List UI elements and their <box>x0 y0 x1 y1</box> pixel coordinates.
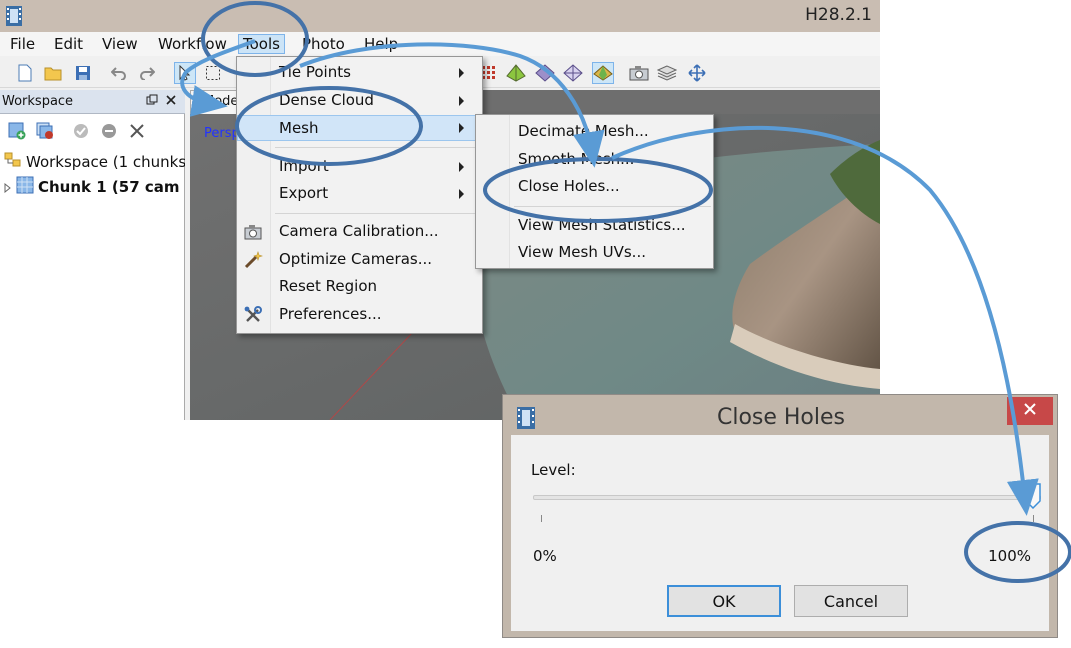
title-bar: H28.2.1 <box>0 0 880 32</box>
close-holes-dialog: Close Holes Level: 0% 100% OK Cancel <box>502 394 1058 638</box>
window-title: H28.2.1 <box>805 5 872 25</box>
menu-item-reset-region-label: Reset Region <box>279 277 378 295</box>
slider-tick-max <box>1033 515 1034 522</box>
chunk-icon <box>16 176 34 196</box>
ok-button[interactable]: OK <box>667 585 781 617</box>
new-document-icon[interactable] <box>14 62 36 84</box>
dialog-title: Close Holes <box>716 405 846 430</box>
menu-workflow[interactable]: Workflow <box>154 34 231 54</box>
menu-item-optimize-cameras-label: Optimize Cameras... <box>279 250 433 268</box>
menu-item-mesh-label: Mesh <box>279 119 319 137</box>
workspace-panel: Workspace Workspace (1 chunks Chunk 1 (5… <box>0 90 185 420</box>
menu-item-optimize-cameras[interactable]: Optimize Cameras... <box>237 247 482 273</box>
menu-item-import[interactable]: Import <box>237 154 482 180</box>
menu-edit[interactable]: Edit <box>50 34 87 54</box>
workspace-toolbar <box>0 116 185 146</box>
tools-icon <box>243 305 263 325</box>
dialog-close-button[interactable] <box>1007 397 1053 425</box>
menu-item-dense-cloud-label: Dense Cloud <box>279 91 374 109</box>
menu-item-camera-calibration[interactable]: Camera Calibration... <box>237 219 482 245</box>
workspace-tree-icon <box>4 152 22 172</box>
app-film-icon <box>6 6 22 30</box>
level-label: Level: <box>531 461 576 479</box>
menu-separator <box>275 213 480 214</box>
select-arrow-icon[interactable] <box>174 62 196 84</box>
tree-item-workspace[interactable]: Workspace (1 chunks <box>4 152 185 172</box>
menu-item-preferences[interactable]: Preferences... <box>237 302 482 328</box>
slider-max-label: 100% <box>988 547 1031 565</box>
menu-separator <box>275 147 480 148</box>
slider-tick-min <box>541 515 542 522</box>
model-wireframe-icon[interactable] <box>562 62 584 84</box>
menu-item-tie-points-label: Tie Points <box>279 63 351 81</box>
menu-file[interactable]: File <box>6 34 39 54</box>
tree-item-chunk[interactable]: Chunk 1 (57 cam <box>4 176 185 196</box>
menu-item-import-label: Import <box>279 157 329 175</box>
disable-icon[interactable] <box>98 120 120 142</box>
menu-item-export-label: Export <box>279 184 329 202</box>
stack-icon[interactable] <box>656 62 678 84</box>
tree-item-chunk-label: Chunk 1 (57 cam <box>38 178 180 196</box>
menu-item-reset-region[interactable]: Reset Region <box>237 274 482 300</box>
model-textured-icon[interactable] <box>592 62 614 84</box>
slider-min-label: 0% <box>533 547 557 565</box>
move-arrows-icon[interactable] <box>686 62 708 84</box>
remove-x-icon[interactable] <box>126 120 148 142</box>
menu-item-view-mesh-uvs-label: View Mesh UVs... <box>518 243 646 261</box>
menu-photo[interactable]: Photo <box>298 34 349 54</box>
model-shaded-icon[interactable] <box>534 62 556 84</box>
undo-icon[interactable] <box>108 62 130 84</box>
menu-item-camera-calibration-label: Camera Calibration... <box>279 222 439 240</box>
tree-item-workspace-label: Workspace (1 chunks <box>26 153 185 171</box>
menu-item-tie-points[interactable]: Tie Points <box>237 60 482 86</box>
submenu-arrow-icon <box>459 96 464 106</box>
camera-icon <box>243 222 263 242</box>
wand-icon <box>243 250 263 270</box>
menu-item-smooth-mesh[interactable]: Smooth Mesh... <box>476 147 713 173</box>
level-slider-thumb[interactable] <box>1025 483 1041 513</box>
menu-item-decimate-mesh[interactable]: Decimate Mesh... <box>476 119 713 145</box>
menu-item-close-holes-label: Close Holes... <box>518 177 620 195</box>
workspace-panel-header: Workspace <box>0 90 185 114</box>
menu-item-export[interactable]: Export <box>237 181 482 207</box>
menu-help[interactable]: Help <box>360 34 402 54</box>
camera-toolbar-icon[interactable] <box>628 62 650 84</box>
expand-arrow-icon[interactable] <box>4 178 12 197</box>
submenu-arrow-icon <box>459 68 464 78</box>
float-panel-icon[interactable] <box>146 94 158 109</box>
workspace-panel-title: Workspace <box>2 94 74 109</box>
menu-separator <box>514 206 711 207</box>
save-icon[interactable] <box>72 62 94 84</box>
submenu-arrow-icon <box>459 162 464 172</box>
menu-item-mesh[interactable]: Mesh <box>237 115 482 141</box>
menu-bar: File Edit View Workflow Tools Photo Help <box>0 32 880 56</box>
enable-check-icon[interactable] <box>70 120 92 142</box>
add-photos-icon[interactable] <box>34 120 56 142</box>
menu-item-dense-cloud[interactable]: Dense Cloud <box>237 88 482 114</box>
rect-select-icon[interactable] <box>202 62 224 84</box>
model-solid-icon[interactable] <box>505 62 527 84</box>
menu-item-view-mesh-uvs[interactable]: View Mesh UVs... <box>476 240 713 266</box>
redo-icon[interactable] <box>136 62 158 84</box>
menu-item-view-mesh-statistics-label: View Mesh Statistics... <box>518 216 686 234</box>
menu-item-close-holes[interactable]: Close Holes... <box>476 174 713 200</box>
menu-item-view-mesh-statistics[interactable]: View Mesh Statistics... <box>476 213 713 239</box>
menu-item-decimate-mesh-label: Decimate Mesh... <box>518 122 649 140</box>
close-panel-icon[interactable] <box>166 94 176 108</box>
tools-menu: Tie Points Dense Cloud Mesh Import Expor… <box>236 56 483 334</box>
open-folder-icon[interactable] <box>42 62 64 84</box>
menu-item-preferences-label: Preferences... <box>279 305 382 323</box>
level-slider-track[interactable] <box>533 495 1041 500</box>
close-icon <box>1024 403 1036 419</box>
menu-item-smooth-mesh-label: Smooth Mesh... <box>518 150 635 168</box>
submenu-arrow-icon <box>459 123 464 133</box>
menu-view[interactable]: View <box>98 34 142 54</box>
dialog-body: Level: 0% 100% OK Cancel <box>511 435 1049 631</box>
menu-tools[interactable]: Tools <box>238 34 285 54</box>
cancel-button[interactable]: Cancel <box>794 585 908 617</box>
submenu-arrow-icon <box>459 189 464 199</box>
perspective-label: Persp <box>204 126 240 141</box>
add-chunk-icon[interactable] <box>6 120 28 142</box>
mesh-submenu: Decimate Mesh... Smooth Mesh... Close Ho… <box>475 114 714 269</box>
